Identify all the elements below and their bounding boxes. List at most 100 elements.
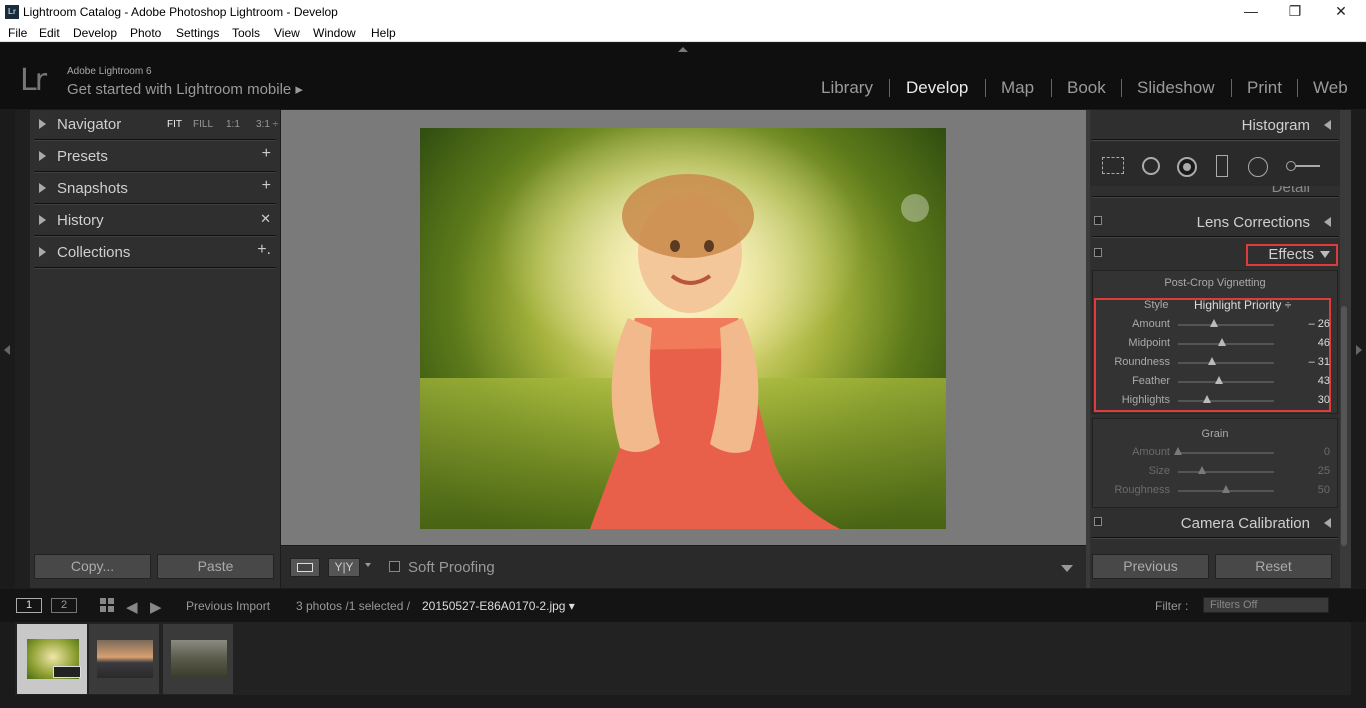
slider-knob[interactable] (1222, 485, 1230, 493)
paste-button[interactable]: Paste (157, 554, 274, 579)
menu-file[interactable]: File (8, 26, 27, 40)
slider-row-amount[interactable]: Amount – 26 (1090, 316, 1340, 335)
menu-help[interactable]: Help (371, 26, 396, 40)
slider-value[interactable]: 46 (1318, 337, 1330, 349)
history-header[interactable]: History ✕ (30, 206, 280, 237)
screen-2-button[interactable]: 2 (51, 598, 77, 613)
add-collection-icon[interactable]: +. (257, 241, 271, 259)
nav-3to1[interactable]: 3:1 ÷ (256, 119, 278, 130)
previous-button[interactable]: Previous (1092, 554, 1209, 579)
menu-settings[interactable]: Settings (176, 26, 219, 40)
grid-view-icon[interactable] (100, 598, 114, 612)
camera-calibration-header[interactable]: Camera Calibration (1090, 508, 1340, 539)
menu-edit[interactable]: Edit (39, 26, 60, 40)
spot-removal-icon[interactable] (1142, 157, 1160, 175)
module-develop[interactable]: Develop (906, 78, 968, 98)
graduated-filter-icon[interactable] (1216, 155, 1228, 177)
back-arrow-icon[interactable]: ◀ (126, 598, 138, 616)
menu-develop[interactable]: Develop (73, 26, 117, 40)
forward-arrow-icon[interactable]: ▶ (150, 598, 162, 616)
left-panel-toggle-icon[interactable] (4, 345, 10, 355)
slider-row-roughness[interactable]: Roughness 50 (1090, 482, 1340, 501)
module-book[interactable]: Book (1067, 78, 1106, 98)
source-label[interactable]: Previous Import (186, 599, 270, 613)
nav-fit[interactable]: FIT (167, 119, 182, 130)
add-snapshot-icon[interactable]: + (262, 177, 271, 195)
before-after-button[interactable]: Y|Y (328, 558, 360, 577)
menu-tools[interactable]: Tools (232, 26, 260, 40)
slider-knob[interactable] (1215, 376, 1224, 384)
minimize-button[interactable]: — (1228, 0, 1274, 24)
slider-track[interactable] (1178, 452, 1274, 454)
navigator-header[interactable]: Navigator FIT FILL 1:1 3:1 ÷ (30, 110, 280, 141)
slider-knob[interactable] (1207, 357, 1216, 365)
filter-select[interactable]: Filters Off (1203, 597, 1329, 613)
slider-row-feather[interactable]: Feather 43 (1090, 373, 1340, 392)
mobile-link[interactable]: Get started with Lightroom mobile ▸ (67, 80, 303, 98)
soft-proofing-checkbox[interactable] (389, 561, 400, 572)
slider-value[interactable]: 0 (1324, 446, 1330, 458)
collections-header[interactable]: Collections +. (30, 238, 280, 269)
toolbar-menu-chevron-icon[interactable] (1061, 565, 1073, 572)
reset-button[interactable]: Reset (1215, 554, 1332, 579)
panel-switch-icon[interactable] (1094, 216, 1102, 225)
menu-photo[interactable]: Photo (130, 26, 161, 40)
module-slideshow[interactable]: Slideshow (1137, 78, 1215, 98)
slider-track[interactable] (1178, 381, 1274, 383)
module-map[interactable]: Map (1001, 78, 1034, 98)
slider-knob[interactable] (1218, 338, 1227, 346)
lens-corrections-header[interactable]: Lens Corrections (1090, 207, 1340, 238)
nav-fill[interactable]: FILL (193, 119, 213, 130)
slider-track[interactable] (1178, 400, 1274, 402)
slider-track[interactable] (1178, 362, 1274, 364)
thumbnail-1[interactable] (17, 624, 87, 694)
filename-label[interactable]: 20150527-E86A0170-2.jpg ▾ (422, 599, 575, 613)
nav-1to1[interactable]: 1:1 (226, 119, 240, 130)
slider-value[interactable]: – 31 (1309, 356, 1330, 368)
menu-window[interactable]: Window (313, 26, 356, 40)
clear-history-icon[interactable]: ✕ (260, 211, 271, 227)
slider-track[interactable] (1178, 471, 1274, 473)
presets-header[interactable]: Presets + (30, 142, 280, 173)
slider-knob[interactable] (1174, 447, 1182, 455)
right-panel-toggle-icon[interactable] (1356, 345, 1362, 355)
slider-row-roundness[interactable]: Roundness – 31 (1090, 354, 1340, 373)
histogram-header[interactable]: Histogram (1090, 110, 1340, 141)
collapse-top-arrow-icon[interactable] (678, 47, 688, 52)
slider-value[interactable]: 43 (1318, 375, 1330, 387)
slider-track[interactable] (1178, 324, 1274, 326)
slider-value[interactable]: 30 (1318, 394, 1330, 406)
menu-view[interactable]: View (274, 26, 300, 40)
slider-knob[interactable] (1209, 319, 1218, 327)
copy-button[interactable]: Copy... (34, 554, 151, 579)
panel-switch-icon[interactable] (1094, 248, 1102, 257)
restore-button[interactable]: ❐ (1272, 0, 1318, 24)
module-library[interactable]: Library (821, 78, 873, 98)
main-photo[interactable] (420, 128, 946, 529)
adjustment-brush-icon[interactable] (1286, 161, 1320, 171)
slider-value[interactable]: 50 (1318, 484, 1330, 496)
detail-header[interactable]: Detail (1090, 186, 1340, 198)
thumbnail-3[interactable] (163, 624, 233, 694)
add-preset-icon[interactable]: + (262, 145, 271, 163)
close-button[interactable]: ✕ (1318, 0, 1364, 24)
slider-row-highlights[interactable]: Highlights 30 (1090, 392, 1340, 411)
crop-overlay-icon[interactable] (1102, 157, 1124, 174)
slider-knob[interactable] (1198, 466, 1206, 474)
right-panel-scrollbar[interactable] (1341, 306, 1347, 546)
panel-switch-icon[interactable] (1094, 517, 1102, 526)
module-web[interactable]: Web (1313, 78, 1348, 98)
red-eye-icon[interactable] (1177, 157, 1197, 177)
snapshots-header[interactable]: Snapshots + (30, 174, 280, 205)
thumbnail-2[interactable] (89, 624, 159, 694)
slider-row-size[interactable]: Size 25 (1090, 463, 1340, 482)
screen-1-button[interactable]: 1 (16, 598, 42, 613)
slider-row-amount[interactable]: Amount 0 (1090, 444, 1340, 463)
module-print[interactable]: Print (1247, 78, 1282, 98)
slider-row-midpoint[interactable]: Midpoint 46 (1090, 335, 1340, 354)
slider-knob[interactable] (1202, 395, 1211, 403)
slider-value[interactable]: 25 (1318, 465, 1330, 477)
image-canvas[interactable] (281, 110, 1086, 545)
slider-value[interactable]: – 26 (1309, 318, 1330, 330)
radial-filter-icon[interactable] (1248, 157, 1268, 177)
